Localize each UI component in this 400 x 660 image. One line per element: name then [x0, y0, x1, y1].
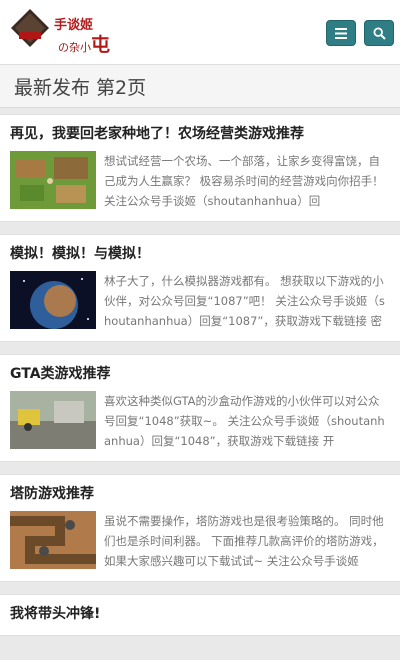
site-header: 手谈姬 の杂小屯: [0, 0, 400, 65]
post-title-link[interactable]: 模拟！模拟！与模拟！: [10, 243, 390, 265]
post-thumbnail[interactable]: [10, 391, 96, 449]
logo-emblem-icon: [11, 9, 49, 47]
menu-icon: [335, 27, 347, 39]
post-thumbnail[interactable]: [10, 151, 96, 209]
post-excerpt: 虽说不需要操作，塔防游戏也是很考验策略的。 同时他们也是杀时间利器。 下面推荐几…: [104, 514, 384, 568]
post-item[interactable]: 我将带头冲锋!: [0, 594, 400, 636]
post-item[interactable]: 模拟！模拟！与模拟！ 林子大了，什么模拟器游戏都有。 想获取以下游戏的小伙伴，对…: [0, 234, 400, 342]
post-excerpt: 林子大了，什么模拟器游戏都有。 想获取以下游戏的小伙伴，对公众号回复“1087”…: [104, 274, 385, 328]
search-icon: [372, 26, 386, 40]
post-item[interactable]: 再见，我要回老家种地了！农场经营类游戏推荐 想试试经营一个农场、一个部落，让家乡…: [0, 114, 400, 222]
post-item[interactable]: 塔防游戏推荐 虽说不需要操作，塔防游戏也是很考验策略的。 同时他们也是杀时间利器…: [0, 474, 400, 582]
post-title-link[interactable]: GTA类游戏推荐: [10, 363, 390, 385]
post-excerpt: 喜欢这种类似GTA的沙盒动作游戏的小伙伴可以对公众号回复“1048”获取~。 关…: [104, 394, 385, 448]
site-logo[interactable]: 手谈姬 の杂小屯: [10, 8, 110, 56]
page-title: 最新发布 第2页: [0, 65, 400, 108]
post-title-link[interactable]: 塔防游戏推荐: [10, 483, 390, 505]
post-thumbnail[interactable]: [10, 271, 96, 329]
post-thumbnail[interactable]: [10, 511, 96, 569]
search-button[interactable]: [364, 20, 394, 46]
post-title-link[interactable]: 我将带头冲锋!: [10, 603, 390, 625]
post-item[interactable]: GTA类游戏推荐 喜欢这种类似GTA的沙盒动作游戏的小伙伴可以对公众号回复“10…: [0, 354, 400, 462]
post-excerpt: 想试试经营一个农场、一个部落，让家乡变得富饶，自己成为人生赢家？ 极容易杀时间的…: [104, 154, 384, 208]
post-title-link[interactable]: 再见，我要回老家种地了！农场经营类游戏推荐: [10, 123, 390, 145]
post-list: 再见，我要回老家种地了！农场经营类游戏推荐 想试试经营一个农场、一个部落，让家乡…: [0, 114, 400, 636]
menu-button[interactable]: [326, 20, 356, 46]
logo-subtitle: の杂小屯: [58, 34, 111, 56]
